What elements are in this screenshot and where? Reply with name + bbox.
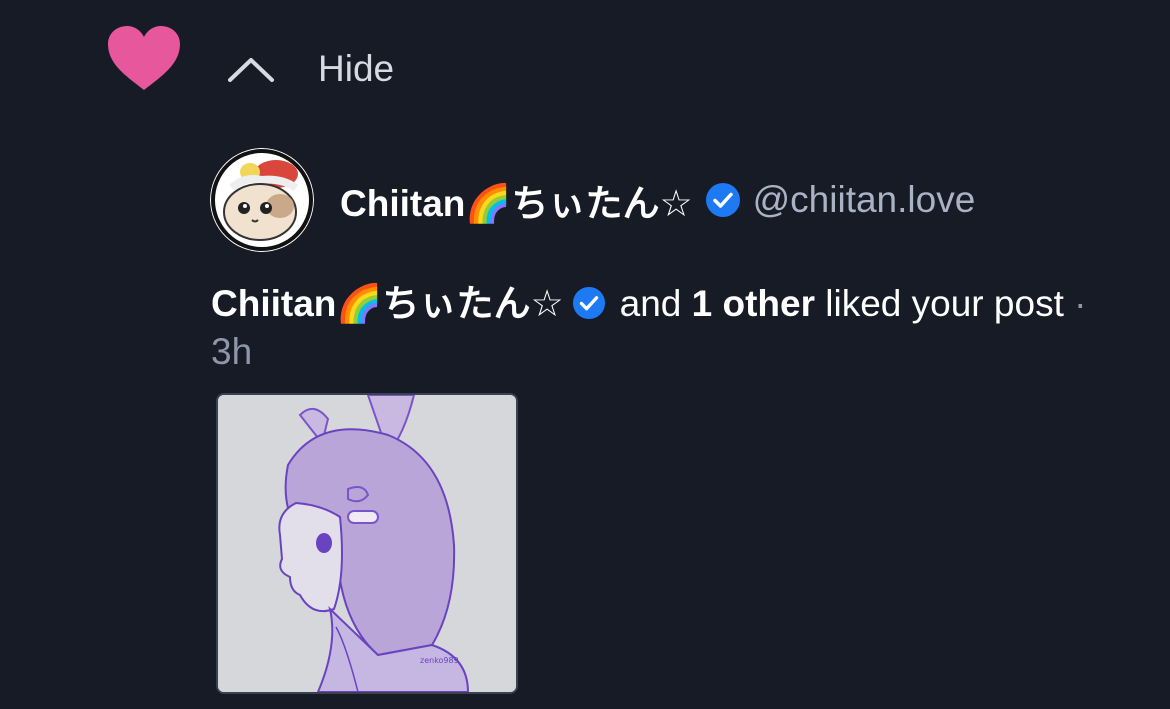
and-text: and <box>619 283 682 324</box>
notification-message: Chiitan🌈ちぃたん☆ and 1 other liked your pos… <box>211 280 1111 376</box>
separator-dot: · <box>1074 283 1087 324</box>
hide-label: Hide <box>318 48 395 89</box>
actor-row[interactable]: Chiitan🌈ちぃたん☆ @chiitan.love <box>210 148 975 252</box>
chevron-up-icon <box>228 58 274 82</box>
avatar[interactable] <box>210 148 314 252</box>
heart-icon <box>108 26 180 90</box>
timestamp: 3h <box>211 331 253 372</box>
action-text: liked your post <box>825 283 1064 324</box>
svg-text:zenko989: zenko989 <box>420 656 459 665</box>
display-name[interactable]: Chiitan🌈ちぃたん☆ <box>340 173 693 227</box>
post-image: zenko989 <box>218 395 516 692</box>
post-thumbnail[interactable]: zenko989 <box>216 393 518 694</box>
hide-toggle-button[interactable]: Hide <box>226 40 394 98</box>
avatar-image <box>210 148 314 252</box>
notification-item[interactable]: Hide Chiitan🌈ちぃたん☆ @chiitan.love Chiitan… <box>0 0 1170 709</box>
verified-badge-icon <box>705 183 740 217</box>
verified-badge-icon <box>572 286 605 320</box>
user-handle[interactable]: @chiitan.love <box>753 179 976 221</box>
actor-name-link[interactable]: Chiitan🌈ちぃたん☆ <box>211 283 564 324</box>
others-count-link[interactable]: 1 other <box>692 283 815 324</box>
